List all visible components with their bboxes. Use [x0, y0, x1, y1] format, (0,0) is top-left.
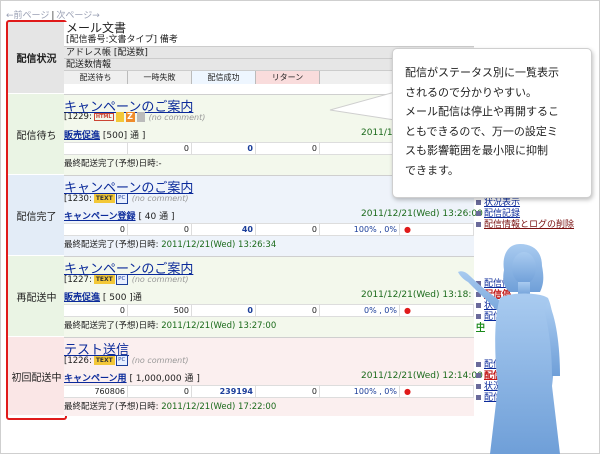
bubble-line: ともできるので、万一の設定ミ: [405, 124, 558, 138]
explanation-bubble: 配信がステータス別に一覧表示 されるので分かりやすい。 メール配信は停止や再開す…: [392, 48, 592, 198]
presenter-silhouette-icon: [458, 244, 560, 454]
bubble-line: スも影響範囲を最小限に抑制: [405, 144, 548, 157]
callout-tail: [329, 91, 396, 121]
bubble-line: 配信がステータス別に一覧表示: [405, 66, 559, 79]
bubble-line: されるので分かりやすい。: [405, 85, 537, 99]
bubble-line: メール配信は停止や再開するこ: [405, 105, 559, 118]
bubble-line: できます。: [405, 163, 459, 177]
